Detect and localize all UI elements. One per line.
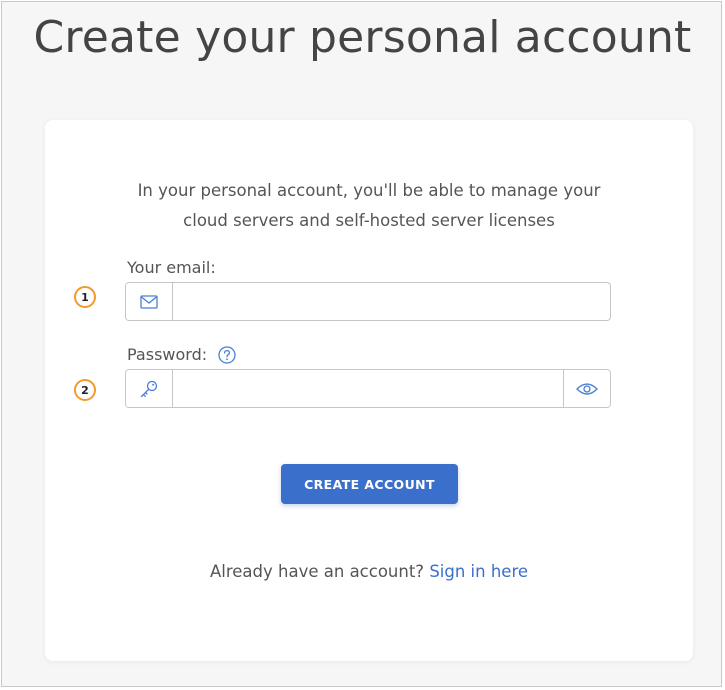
signup-card: In your personal account, you'll be able…	[45, 120, 693, 661]
envelope-icon	[126, 283, 173, 320]
intro-line-2: cloud servers and self-hosted server lic…	[183, 211, 555, 230]
intro-line-1: In your personal account, you'll be able…	[137, 181, 601, 200]
email-input-group	[125, 282, 611, 321]
eye-icon[interactable]	[563, 370, 610, 407]
password-field[interactable]	[173, 370, 563, 407]
step-badge-1: 1	[74, 286, 96, 308]
create-account-button[interactable]: CREATE ACCOUNT	[281, 464, 458, 504]
step-badge-2: 2	[74, 379, 96, 401]
page-frame: Create your personal account In your per…	[1, 1, 722, 687]
key-icon	[126, 370, 173, 407]
signin-link[interactable]: Sign in here	[429, 562, 528, 581]
page-title: Create your personal account	[33, 12, 692, 63]
email-label: Your email:	[127, 258, 216, 277]
email-field[interactable]	[173, 283, 610, 320]
intro-text: In your personal account, you'll be able…	[45, 176, 693, 236]
password-label: Password:	[127, 345, 208, 364]
signin-prompt: Already have an account?	[209, 562, 425, 581]
password-input-group	[125, 369, 611, 408]
signin-row: Already have an account? Sign in here	[45, 562, 693, 581]
question-circle-icon[interactable]	[218, 346, 236, 364]
